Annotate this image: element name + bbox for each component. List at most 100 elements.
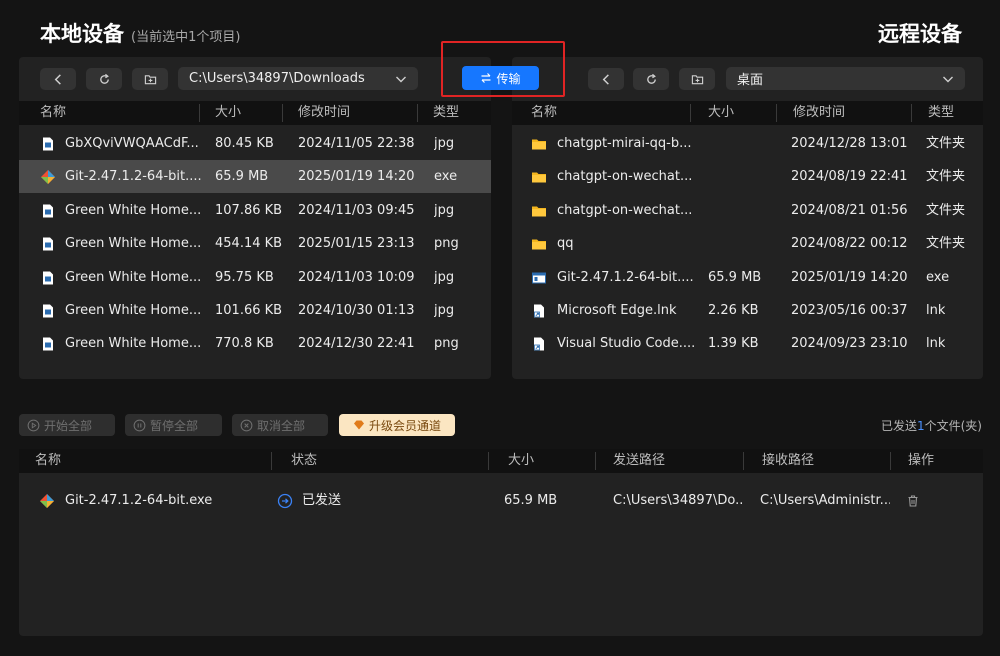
remote-file-row[interactable]: qq 2024/08/22 00:12 文件夹	[512, 227, 983, 260]
cancel-all-button[interactable]: 取消全部	[232, 414, 328, 436]
diamond-icon	[353, 420, 364, 430]
file-type: 文件夹	[926, 236, 966, 252]
column-header-name: 名称	[35, 453, 62, 468]
file-modified: 2024/11/05 22:38	[298, 136, 415, 151]
local-file-row[interactable]: Green White Home... 107.86 KB 2024/11/03 0…	[19, 194, 491, 227]
remote-file-row[interactable]: chatgpt-on-wechat... 2024/08/19 22:41 文件夹	[512, 160, 983, 193]
transfer-table-header: 名称 状态 大小 发送路径 接收路径 操作	[19, 449, 983, 473]
file-size: 80.45 KB	[215, 136, 274, 151]
transfer-status: 已发送	[302, 493, 342, 508]
pause-all-button[interactable]: 暂停全部	[125, 414, 222, 436]
file-modified: 2024/12/30 22:41	[298, 336, 415, 352]
file-modified: 2024/11/03 09:45	[298, 202, 415, 218]
local-back-button[interactable]	[40, 68, 76, 90]
column-header-size: 大小	[508, 453, 535, 468]
remote-file-row[interactable]: Visual Studio Code.... 1.39 KB 2024/09/23 …	[512, 327, 983, 360]
play-circle-icon	[27, 419, 40, 431]
column-header-type[interactable]: 类型	[928, 101, 954, 125]
file-name: Git-2.47.1.2-64-bit....	[65, 169, 202, 185]
remote-file-row[interactable]: Microsoft Edge.lnk 2.26 KB 2023/05/16 00:3…	[512, 294, 983, 327]
cancel-all-label: 取消全部	[257, 418, 306, 433]
image-file-icon	[40, 303, 56, 319]
transfer-file-name: Git-2.47.1.2-64-bit.exe	[65, 493, 213, 508]
sent-summary: 已发送1个文件(夹)	[880, 419, 982, 433]
remote-refresh-button[interactable]	[633, 68, 669, 90]
file-type: lnk	[926, 336, 946, 352]
git-icon	[40, 169, 56, 185]
file-name: chatgpt-on-wechat...	[557, 202, 693, 218]
start-all-button[interactable]: 开始全部	[19, 414, 115, 436]
column-header-recv-path: 接收路径	[762, 453, 815, 468]
file-type: lnk	[926, 303, 946, 318]
sent-status-icon	[277, 493, 293, 509]
folder-icon	[531, 169, 547, 185]
transfer-row[interactable]: Git-2.47.1.2-64-bit.exe 已发送 65.9 MB C:\U…	[19, 484, 983, 517]
column-header-size[interactable]: 大小	[215, 101, 241, 125]
file-type: jpg	[434, 303, 455, 318]
refresh-icon	[646, 73, 656, 84]
git-icon	[39, 493, 55, 509]
local-file-row[interactable]: Green White Home... 770.8 KB 2024/12/30 22…	[19, 327, 491, 360]
file-name: Green White Home...	[65, 269, 202, 285]
file-size: 107.86 KB	[215, 202, 283, 218]
trash-icon[interactable]	[905, 493, 921, 509]
file-name: chatgpt-on-wechat...	[557, 169, 693, 185]
file-size: 1.39 KB	[708, 336, 759, 352]
transfer-send-path: C:\Users\34897\Do...	[613, 493, 743, 508]
file-type: png	[434, 236, 459, 252]
local-file-row[interactable]: Git-2.47.1.2-64-bit.... 65.9 MB 2025/01/19…	[19, 160, 491, 194]
file-modified: 2024/08/22 00:12	[791, 236, 908, 252]
column-header-name[interactable]: 名称	[531, 101, 557, 125]
column-header-size[interactable]: 大小	[708, 101, 734, 125]
local-table-header: 名称 大小 修改时间 类型	[19, 101, 491, 125]
remote-back-button[interactable]	[588, 68, 624, 90]
local-file-row[interactable]: Green White Home... 454.14 KB 2025/01/15 2…	[19, 227, 491, 260]
shortcut-icon	[531, 336, 547, 352]
new-folder-icon	[144, 74, 156, 84]
remote-file-row[interactable]: Git-2.47.1.2-64-bit.... 65.9 MB 2025/01/19…	[512, 261, 983, 294]
file-name: chatgpt-mirai-qq-b...	[557, 136, 692, 151]
image-file-icon	[40, 236, 56, 252]
pause-circle-icon	[133, 419, 146, 431]
remote-file-row[interactable]: chatgpt-mirai-qq-b... 2024/12/28 13:01 文件夹	[512, 127, 983, 160]
transfer-recv-path: C:\Users\Administr...	[760, 493, 890, 508]
chevron-left-icon	[54, 73, 61, 85]
column-header-modified[interactable]: 修改时间	[298, 101, 350, 125]
local-file-row[interactable]: Green White Home... 95.75 KB 2024/11/03 10…	[19, 261, 491, 294]
file-name: Git-2.47.1.2-64-bit....	[557, 269, 694, 285]
upgrade-vip-label: 升级会员通道	[368, 418, 441, 433]
column-header-type[interactable]: 类型	[433, 101, 459, 125]
file-name: qq	[557, 236, 574, 252]
local-device-title: 本地设备	[40, 22, 124, 46]
local-path-select[interactable]: C:\Users\34897\Downloads	[178, 67, 418, 90]
image-file-icon	[40, 203, 56, 219]
local-new-folder-button[interactable]	[132, 68, 168, 90]
column-header-send-path: 发送路径	[613, 453, 666, 468]
file-size: 95.75 KB	[215, 269, 274, 285]
remote-new-folder-button[interactable]	[679, 68, 715, 90]
remote-file-row[interactable]: chatgpt-on-wechat... 2024/08/21 01:56 文件夹	[512, 194, 983, 227]
folder-icon	[531, 136, 547, 152]
file-name: Green White Home...	[65, 336, 202, 352]
local-refresh-button[interactable]	[86, 68, 122, 90]
file-size: 454.14 KB	[215, 236, 283, 252]
folder-icon	[531, 236, 547, 252]
file-type: jpg	[434, 136, 455, 151]
remote-path-select[interactable]: 桌面	[726, 67, 965, 90]
shortcut-icon	[531, 303, 547, 319]
file-type: png	[434, 336, 459, 352]
file-size: 65.9 MB	[708, 269, 762, 285]
file-modified: 2025/01/15 23:13	[298, 236, 415, 252]
column-header-name[interactable]: 名称	[40, 101, 66, 125]
upgrade-vip-button[interactable]: 升级会员通道	[339, 414, 455, 436]
pause-all-label: 暂停全部	[150, 418, 199, 433]
file-type: jpg	[434, 269, 455, 285]
file-name: Microsoft Edge.lnk	[557, 303, 677, 318]
file-type: jpg	[434, 202, 455, 218]
local-path-value: C:\Users\34897\Downloads	[189, 71, 365, 86]
local-file-row[interactable]: Green White Home... 101.66 KB 2024/10/30 0…	[19, 294, 491, 327]
file-modified: 2024/12/28 13:01	[791, 136, 908, 151]
column-header-modified[interactable]: 修改时间	[793, 101, 845, 125]
local-file-row[interactable]: GbXQviVWQAACdF... 80.45 KB 2024/11/05 22:3…	[19, 127, 491, 160]
sent-count: 1	[916, 419, 925, 433]
